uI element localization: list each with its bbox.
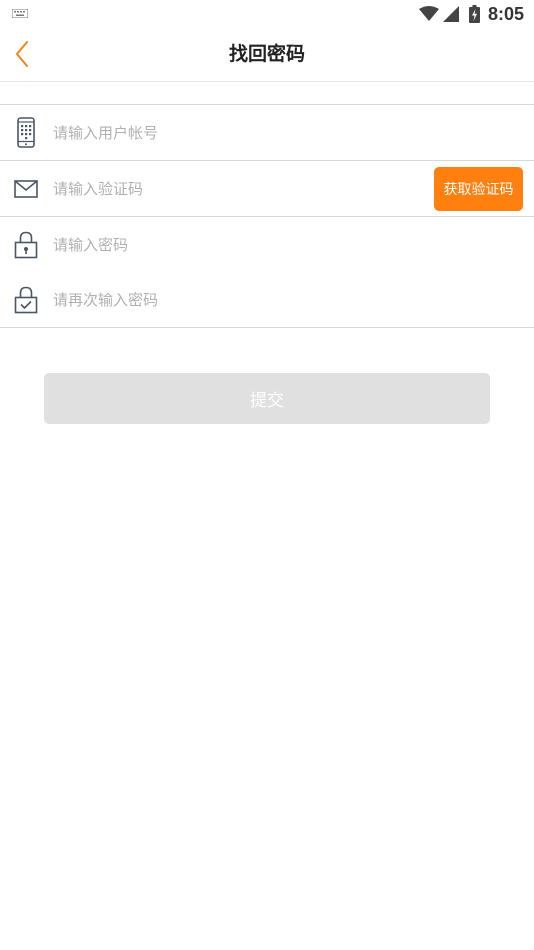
status-bar: 8:05 — [0, 0, 534, 28]
status-time: 8:05 — [487, 3, 524, 24]
get-code-button[interactable]: 获取验证码 — [434, 167, 523, 211]
back-button[interactable] — [4, 36, 40, 72]
mail-icon — [12, 161, 40, 216]
page-title: 找回密码 — [228, 43, 305, 65]
code-input[interactable] — [53, 173, 423, 205]
wifi-icon — [418, 6, 439, 21]
submit-button[interactable]: 提交 — [44, 373, 490, 424]
phone-icon — [12, 105, 40, 160]
keyboard-icon — [12, 9, 28, 18]
signal-icon — [442, 6, 459, 22]
code-row: 获取验证码 — [0, 161, 534, 217]
battery-charging-icon — [468, 5, 480, 23]
nav-bar: 找回密码 — [0, 28, 534, 82]
confirm-password-input[interactable] — [53, 284, 423, 316]
account-row — [0, 105, 534, 161]
reset-password-form: 获取验证码 — [0, 104, 534, 328]
account-input[interactable] — [53, 117, 423, 149]
lock-check-icon — [12, 272, 40, 327]
password-row — [0, 217, 534, 272]
lock-icon — [12, 217, 40, 272]
chevron-left-icon — [16, 41, 28, 67]
password-input[interactable] — [53, 229, 423, 261]
status-icons: 8:05 — [418, 3, 524, 25]
confirm-password-row — [0, 272, 534, 327]
